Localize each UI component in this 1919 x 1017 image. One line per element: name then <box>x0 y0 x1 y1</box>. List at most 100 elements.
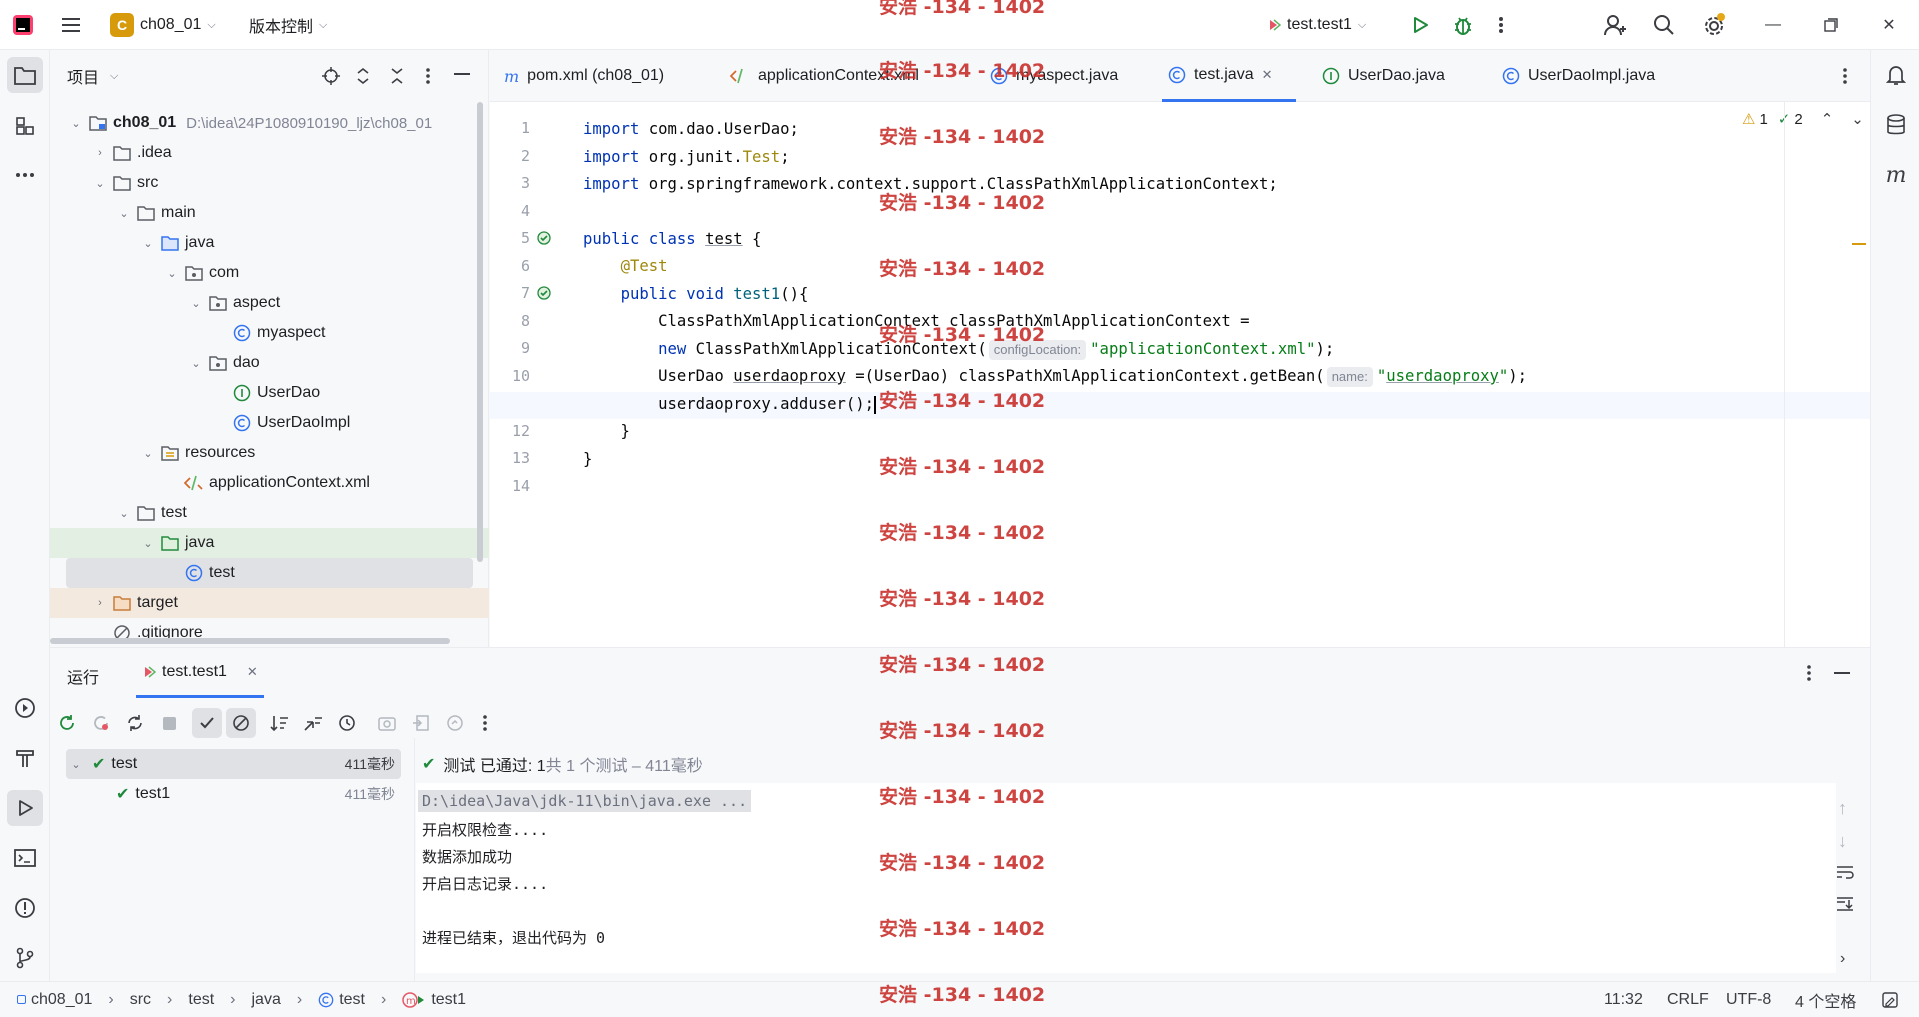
console-output[interactable]: D:\idea\Java\jdk-11\bin\java.exe ... 开启权… <box>416 783 1836 973</box>
restore-icon[interactable] <box>1808 0 1854 50</box>
tree-item[interactable]: ⌄ resources <box>50 438 489 468</box>
project-switcher[interactable]: C ch08_01 ⌵ <box>110 0 216 50</box>
structure-tool-icon[interactable] <box>7 108 43 144</box>
test-history-icon[interactable] <box>332 708 362 738</box>
run-tab[interactable]: test.test1 ✕ <box>136 648 264 698</box>
tree-item[interactable]: ⌄ ch08_01 D:\idea\24P1080910190_ljz\ch08… <box>50 108 489 138</box>
tab-test-java[interactable]: test.java ✕ <box>1162 50 1296 102</box>
coverage-icon[interactable] <box>440 708 470 738</box>
show-passed-icon[interactable] <box>192 708 222 738</box>
chevron-right-icon[interactable]: › <box>1840 950 1845 968</box>
tree-vertical-scrollbar[interactable] <box>477 102 483 562</box>
breadcrumb-item[interactable]: ch08_01 <box>17 991 92 1009</box>
rerun-icon[interactable] <box>52 708 82 738</box>
run-button[interactable] <box>1410 0 1430 50</box>
console-line[interactable]: D:\idea\Java\jdk-11\bin\java.exe ... <box>418 790 752 812</box>
tree-item[interactable]: ⌄ test <box>50 498 489 528</box>
stop-icon[interactable] <box>154 708 184 738</box>
breadcrumb-item[interactable]: test <box>318 991 365 1009</box>
run-test-gutter-icon[interactable] <box>536 230 552 246</box>
git-tool-icon[interactable] <box>7 940 43 976</box>
tree-horizontal-scrollbar[interactable] <box>50 638 450 644</box>
indent-setting[interactable]: 4 个空格 <box>1795 988 1856 1012</box>
tree-item[interactable]: ⌄ main <box>50 198 489 228</box>
tree-item[interactable]: ⌄ java <box>50 528 489 558</box>
warning-marker[interactable] <box>1852 243 1866 245</box>
export-icon[interactable] <box>372 708 402 738</box>
search-icon[interactable] <box>1653 0 1675 50</box>
notifications-icon[interactable] <box>1878 57 1914 93</box>
main-menu-icon[interactable] <box>60 0 82 50</box>
breadcrumb-item[interactable]: src <box>130 991 151 1009</box>
tree-item[interactable]: ⌄ dao <box>50 348 489 378</box>
build-tool-icon[interactable] <box>7 740 43 776</box>
add-user-icon[interactable] <box>1603 0 1627 50</box>
database-icon[interactable] <box>1878 107 1914 143</box>
tab-pom-xml[interactable]: m pom.xml (ch08_01) <box>504 50 664 102</box>
tab-userdaoimpl[interactable]: UserDaoImpl.java <box>1502 50 1655 102</box>
chevron-down-icon[interactable]: ⌄ <box>1851 110 1864 128</box>
splitter[interactable] <box>414 738 415 982</box>
tree-item[interactable]: › .idea <box>50 138 489 168</box>
more-run-actions-icon[interactable] <box>470 708 500 738</box>
cursor-position[interactable]: 11:32 <box>1604 991 1643 1009</box>
breadcrumb-item[interactable]: java <box>252 991 281 1009</box>
minimize-icon[interactable]: — <box>1750 0 1796 50</box>
tree-item[interactable]: UserDao <box>50 378 489 408</box>
options-icon[interactable] <box>425 67 431 85</box>
tree-item[interactable]: ⌄ aspect <box>50 288 489 318</box>
show-ignored-icon[interactable] <box>226 708 256 738</box>
close-tab-icon[interactable]: ✕ <box>1262 67 1273 83</box>
debug-button[interactable] <box>1452 0 1474 50</box>
problems-tool-icon[interactable] <box>7 890 43 926</box>
run-panel-options-icon[interactable] <box>1806 664 1812 682</box>
readonly-toggle-icon[interactable] <box>1882 991 1898 1008</box>
arrow-up-icon[interactable]: ↑ <box>1838 798 1847 819</box>
tab-userdao[interactable]: UserDao.java <box>1322 50 1445 102</box>
hide-panel-icon[interactable] <box>1834 672 1850 674</box>
arrow-down-icon[interactable]: ↓ <box>1838 831 1847 852</box>
project-panel-title[interactable]: 项目 <box>67 64 99 88</box>
hide-panel-icon[interactable] <box>454 73 470 75</box>
more-tools-icon[interactable] <box>7 157 43 193</box>
collapse-tests-icon[interactable] <box>298 708 328 738</box>
close-tab-icon[interactable]: ✕ <box>247 664 258 680</box>
run-config-selector[interactable]: test.test1 ⌵ <box>1267 0 1366 50</box>
tree-item[interactable]: ⌄ com <box>50 258 489 288</box>
tabs-more-icon[interactable] <box>1842 50 1848 102</box>
tree-item-selected[interactable]: test <box>66 558 473 588</box>
import-icon[interactable] <box>406 708 436 738</box>
breadcrumb-item[interactable]: test <box>188 991 214 1009</box>
rerun-failed-icon[interactable] <box>86 708 116 738</box>
locate-icon[interactable] <box>322 67 340 85</box>
test-tree-item[interactable]: ⌄ ✔ test 411毫秒 <box>66 749 401 779</box>
collapse-all-icon[interactable] <box>390 67 404 85</box>
run-test-gutter-icon[interactable] <box>536 285 552 301</box>
inspection-widget[interactable]: ⚠ 1 ✓ 2 ⌃ ⌄ <box>1742 110 1864 129</box>
tree-item[interactable]: › target <box>50 588 489 618</box>
settings-icon[interactable] <box>1702 0 1726 50</box>
run-tool-icon[interactable] <box>7 790 43 826</box>
close-icon[interactable]: ✕ <box>1866 0 1912 50</box>
chevron-up-icon[interactable]: ⌃ <box>1821 110 1834 128</box>
expand-all-icon[interactable] <box>356 67 370 85</box>
file-encoding[interactable]: UTF-8 <box>1726 991 1771 1009</box>
services-tool-icon[interactable] <box>7 690 43 726</box>
test-tree-item[interactable]: ✔ test1 411毫秒 <box>66 779 401 809</box>
tree-item[interactable]: ⌄ java <box>50 228 489 258</box>
scroll-to-end-icon[interactable] <box>1836 896 1854 912</box>
toggle-auto-test-icon[interactable] <box>120 708 150 738</box>
tree-item[interactable]: myaspect <box>50 318 489 348</box>
more-actions-icon[interactable] <box>1498 0 1504 50</box>
maven-icon[interactable]: m <box>1878 157 1914 193</box>
vcs-menu[interactable]: 版本控制 ⌵ <box>249 0 327 50</box>
tree-item[interactable]: UserDaoImpl <box>50 408 489 438</box>
sort-icon[interactable] <box>264 708 294 738</box>
chevron-down-icon[interactable]: ⌵ <box>110 70 118 83</box>
breadcrumb-item[interactable]: m test1 <box>402 991 466 1009</box>
tab-application-context[interactable]: applicationContext.xml <box>730 50 919 102</box>
tab-myaspect[interactable]: myaspect.java <box>990 50 1118 102</box>
line-separator[interactable]: CRLF <box>1667 991 1709 1009</box>
app-logo-icon[interactable] <box>12 0 34 50</box>
soft-wrap-icon[interactable] <box>1836 864 1854 880</box>
